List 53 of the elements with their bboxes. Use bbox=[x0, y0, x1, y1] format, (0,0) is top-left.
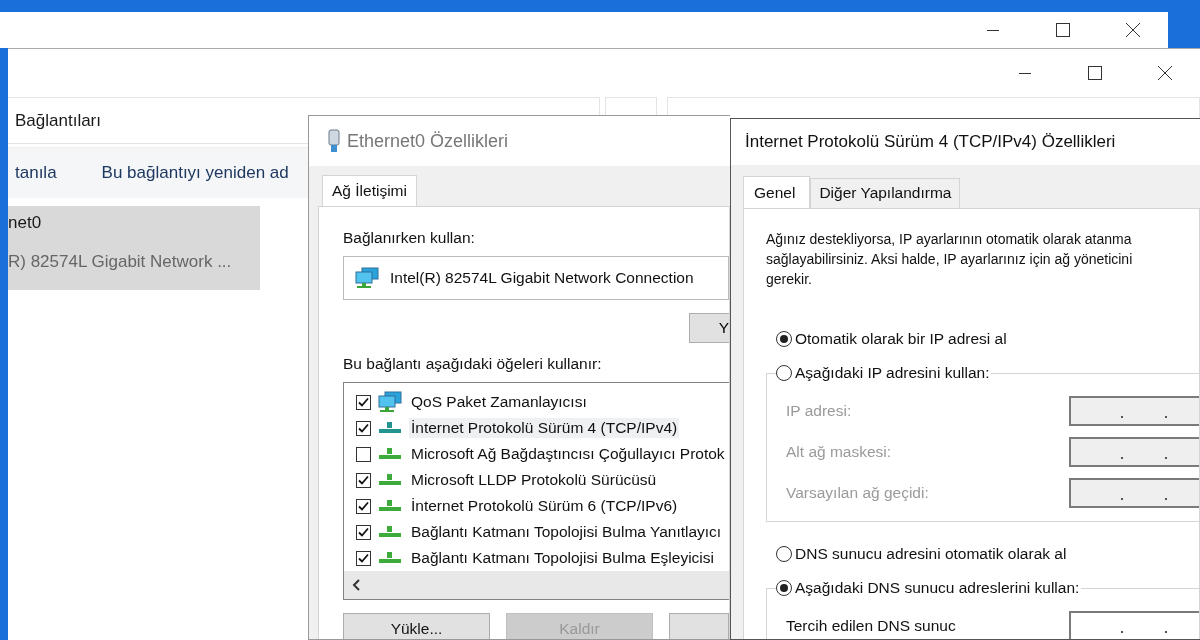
field-label: Alt ağ maskesi: bbox=[786, 442, 892, 461]
connection-tile[interactable]: net0 R) 82574L Gigabit Network ... bbox=[8, 206, 260, 290]
command-link[interactable]: tanıla bbox=[15, 163, 57, 183]
radio-label[interactable]: Aşağıdaki DNS sunucu adreslerini kullan: bbox=[795, 579, 1080, 597]
checkbox[interactable] bbox=[356, 446, 371, 462]
network-adapter-icon bbox=[354, 267, 380, 289]
list-item[interactable]: Bağlantı Katmanı Topolojisi Bulma Yanıtlayıcı bbox=[409, 522, 724, 542]
monitor-icon bbox=[377, 391, 403, 413]
description-text: Ağınız destekliyorsa, IP ayarlarının otomatik olarak atanma sağlayabilirsiniz. Aksi halde, IP ayarlarınız için ağ yöneticini gerekir. bbox=[766, 230, 1134, 289]
radio-label[interactable]: Aşağıdaki IP adresini kullan: bbox=[795, 364, 990, 382]
checkbox[interactable] bbox=[356, 550, 371, 566]
tab[interactable]: Ağ İletişimi bbox=[322, 175, 417, 206]
command-link[interactable]: Bu bağlantıyı yeniden ad bbox=[101, 163, 289, 183]
list-item[interactable]: QoS Paket Zamanlayıcısı bbox=[409, 392, 589, 412]
checkbox[interactable] bbox=[356, 472, 371, 488]
field-label: Bağlanırken kullan: bbox=[343, 229, 476, 247]
adapter-name: R) 82574L Gigabit Network ... bbox=[8, 252, 232, 271]
connection-name: net0 bbox=[8, 212, 43, 234]
field-label: Varsayılan ağ geçidi: bbox=[786, 483, 929, 502]
network-protocol-icon bbox=[379, 500, 401, 512]
radio-button[interactable] bbox=[776, 331, 792, 347]
checkbox[interactable] bbox=[356, 524, 371, 540]
configure-button[interactable]: Y bbox=[689, 313, 729, 343]
ip-address-field[interactable] bbox=[1069, 610, 1199, 639]
network-protocol-icon bbox=[379, 422, 401, 434]
breadcrumb[interactable]: Bağlantıları bbox=[15, 110, 101, 131]
list-item[interactable]: İnternet Protokolü Sürüm 4 (TCP/IPv4) bbox=[409, 418, 680, 438]
list-item[interactable]: Bağlantı Katmanı Topolojisi Bulma Eşleyicisi bbox=[409, 548, 716, 568]
radio-button[interactable] bbox=[776, 365, 792, 381]
list-item[interactable]: Microsoft Ağ Bağdaştıncısı Çoğullayıcı Protok bbox=[409, 444, 727, 464]
checkbox[interactable] bbox=[356, 498, 371, 514]
network-protocol-icon bbox=[379, 552, 401, 564]
dialog-button[interactable]: Yükle... bbox=[343, 613, 490, 639]
radio-button[interactable] bbox=[776, 546, 792, 562]
tab[interactable]: Genel bbox=[743, 176, 811, 208]
radio-button[interactable] bbox=[776, 580, 792, 596]
radio-label[interactable]: Otomatik olarak bir IP adresi al bbox=[795, 330, 1007, 348]
adapter-field: Intel(R) 82574L Gigabit Network Connection bbox=[343, 256, 729, 300]
ethernet-plug-icon bbox=[327, 129, 341, 153]
checkbox[interactable] bbox=[356, 420, 371, 436]
network-protocol-icon bbox=[379, 448, 401, 460]
network-protocol-icon bbox=[379, 526, 401, 538]
network-protocol-icon bbox=[379, 474, 401, 486]
list-item[interactable]: Microsoft LLDP Protokolü Sürücüsü bbox=[409, 470, 659, 490]
list-item[interactable]: İnternet Protokolü Sürüm 6 (TCP/IPv6) bbox=[409, 496, 680, 516]
dialog-title: İnternet Protokolü Sürüm 4 (TCP/IPv4) Özellikleri bbox=[745, 132, 1116, 152]
tab[interactable]: Diğer Yapılandırma bbox=[810, 178, 961, 208]
horizontal-scrollbar[interactable] bbox=[344, 571, 729, 599]
field-label: IP adresi: bbox=[786, 401, 852, 420]
list-label: Bu bağlantı aşağıdaki öğeleri kullanır: bbox=[343, 355, 603, 373]
checkbox[interactable] bbox=[356, 394, 371, 410]
field-label: Tercih edilen DNS sunuc bbox=[786, 616, 956, 635]
radio-label[interactable]: DNS sunucu adresini otomatik olarak al bbox=[795, 545, 1067, 563]
